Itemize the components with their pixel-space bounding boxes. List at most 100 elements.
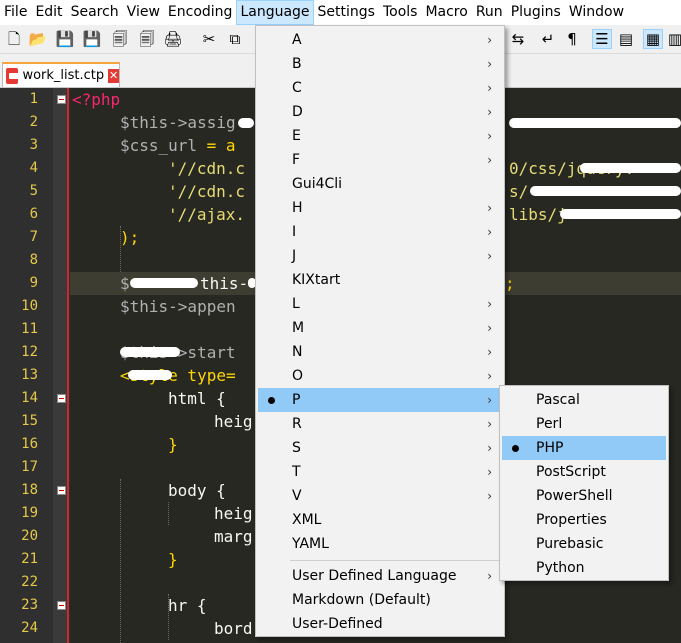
submenu-item-powershell[interactable]: PowerShell (502, 484, 666, 508)
language-menu-item-i[interactable]: I › (258, 220, 502, 244)
menu-item-label: PostScript (536, 464, 606, 480)
menu-window[interactable]: Window (565, 0, 628, 25)
language-menu-item-r[interactable]: R › (258, 412, 502, 436)
fold-toggle-icon[interactable] (57, 486, 66, 495)
close-icon[interactable]: 🗐 (110, 29, 130, 49)
menu-search[interactable]: Search (67, 0, 123, 25)
submenu-item-pascal[interactable]: Pascal (502, 388, 666, 412)
menu-item-label: PHP (536, 440, 564, 456)
language-menu-item-gui4cli[interactable]: Gui4Cli (258, 172, 502, 196)
language-menu-item-user-defined[interactable]: User-Defined (258, 612, 502, 636)
open-file-icon[interactable]: 📂 (28, 29, 48, 49)
language-menu-item-t[interactable]: T › (258, 460, 502, 484)
code-line-6: '//ajax. (168, 205, 246, 224)
line-number: 20 (21, 528, 38, 544)
submenu-arrow-icon: › (487, 321, 492, 335)
menu-item-label: Pascal (536, 392, 580, 408)
code-line-16: } (168, 435, 178, 454)
fold-toggle-icon[interactable] (57, 394, 66, 403)
submenu-arrow-icon: › (487, 105, 492, 119)
language-menu-item-markdown-default[interactable]: Markdown (Default) (258, 588, 502, 612)
indent-guide-icon[interactable]: ☰ (592, 29, 612, 49)
close-all-icon[interactable]: 🗐 (137, 29, 157, 49)
language-menu-item-s[interactable]: S › (258, 436, 502, 460)
sync-icon[interactable]: ⇆ (508, 29, 528, 49)
menu-item-label: E (292, 128, 301, 144)
save-all-icon[interactable]: 💾 (82, 29, 102, 49)
copy-icon[interactable]: ⧉ (225, 29, 245, 49)
save-icon[interactable]: 💾 (55, 29, 75, 49)
submenu-item-php[interactable]: PHP (502, 436, 666, 460)
language-menu-item-j[interactable]: J › (258, 244, 502, 268)
menu-tools[interactable]: Tools (379, 0, 422, 25)
submenu-arrow-icon: › (487, 345, 492, 359)
submenu-item-properties[interactable]: Properties (502, 508, 666, 532)
language-menu-item-c[interactable]: C › (258, 76, 502, 100)
tab-work-list[interactable]: work_list.ctp ✕ (2, 62, 120, 87)
line-number: 8 (29, 252, 38, 268)
submenu-item-purebasic[interactable]: Purebasic (502, 532, 666, 556)
menu-run[interactable]: Run (472, 0, 507, 25)
menu-edit[interactable]: Edit (31, 0, 66, 25)
folder-workspace-icon[interactable]: ▥ (665, 29, 681, 49)
language-menu-item-a[interactable]: A › (258, 28, 502, 52)
new-file-icon[interactable]: 🗋 (4, 29, 24, 49)
line-number: 7 (29, 229, 38, 245)
line-number: 13 (21, 367, 38, 383)
language-menu-item-h[interactable]: H › (258, 196, 502, 220)
cut-icon[interactable]: ✂ (199, 29, 219, 49)
menu-settings[interactable]: Settings (314, 0, 379, 25)
code-line-20: marg (214, 527, 253, 546)
language-menu-item-n[interactable]: N › (258, 340, 502, 364)
menu-encoding[interactable]: Encoding (164, 0, 237, 25)
code-line-19: heig (214, 504, 253, 523)
fold-toggle-icon[interactable] (57, 601, 66, 610)
code-line-18: body { (168, 481, 226, 500)
show-all-chars-icon[interactable]: ¶ (562, 29, 582, 49)
language-menu-item-user-defined-language[interactable]: User Defined Language › (258, 564, 502, 588)
code-line-9b: this- (200, 274, 249, 293)
language-menu-item-e[interactable]: E › (258, 124, 502, 148)
submenu-arrow-icon: › (487, 153, 492, 167)
line-number: 22 (21, 574, 38, 590)
word-wrap-icon[interactable]: ↵ (538, 29, 558, 49)
menu-view[interactable]: View (123, 0, 164, 25)
menu-macro[interactable]: Macro (421, 0, 471, 25)
submenu-arrow-icon: › (487, 33, 492, 47)
language-menu-item-d[interactable]: D › (258, 100, 502, 124)
submenu-item-python[interactable]: Python (502, 556, 666, 580)
language-menu-item-yaml[interactable]: YAML (258, 532, 502, 556)
language-menu-item-p[interactable]: P › (258, 388, 502, 412)
function-list-icon[interactable]: ▦ (643, 29, 663, 49)
language-menu-item-f[interactable]: F › (258, 148, 502, 172)
tab-close-icon[interactable]: ✕ (108, 68, 119, 83)
line-number: 15 (21, 413, 38, 429)
file-icon (6, 67, 20, 84)
submenu-item-perl[interactable]: Perl (502, 412, 666, 436)
language-menu-item-l[interactable]: L › (258, 292, 502, 316)
menu-language[interactable]: Language (236, 0, 314, 25)
line-number: 19 (21, 505, 38, 521)
menu-plugins[interactable]: Plugins (507, 0, 565, 25)
language-menu-item-b[interactable]: B › (258, 52, 502, 76)
print-icon[interactable]: 🖨 (163, 29, 183, 49)
redaction (128, 370, 172, 380)
menu-item-label: Perl (536, 416, 563, 432)
fold-toggle-icon[interactable] (57, 95, 66, 104)
menu-item-label: C (292, 80, 302, 96)
line-number: 24 (21, 620, 38, 636)
language-menu-item-v[interactable]: V › (258, 484, 502, 508)
submenu-arrow-icon: › (487, 465, 492, 479)
submenu-arrow-icon: › (487, 569, 492, 583)
submenu-item-postscript[interactable]: PostScript (502, 460, 666, 484)
language-menu-item-xml[interactable]: XML (258, 508, 502, 532)
submenu-arrow-icon: › (487, 129, 492, 143)
language-menu-item-kixtart[interactable]: KIXtart (258, 268, 502, 292)
line-number: 23 (21, 597, 38, 613)
menu-file[interactable]: File (0, 0, 31, 25)
doc-map-icon[interactable]: ▤ (616, 29, 636, 49)
code-line-15: heig (214, 412, 253, 431)
language-menu-item-o[interactable]: O › (258, 364, 502, 388)
language-menu-item-m[interactable]: M › (258, 316, 502, 340)
line-number: 17 (21, 459, 38, 475)
